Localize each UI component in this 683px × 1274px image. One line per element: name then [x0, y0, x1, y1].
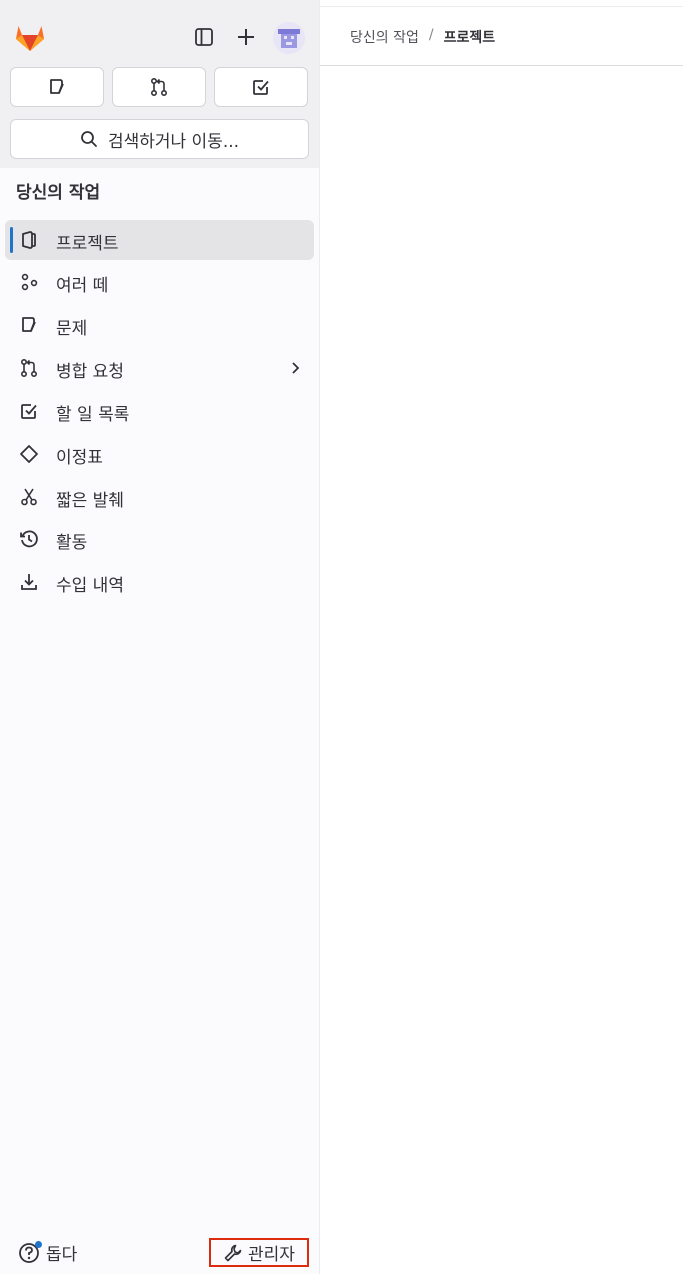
nav-item-milestones[interactable]: 이정표 — [5, 434, 314, 474]
snippet-icon — [19, 487, 39, 507]
sidebar-header: 검색하거나 이동... — [0, 0, 319, 168]
nav-item-import-history[interactable]: 수입 내역 — [5, 562, 314, 602]
help-button[interactable]: 돕다 — [18, 1240, 77, 1265]
todo-icon — [19, 401, 39, 421]
search-button[interactable]: 검색하거나 이동... — [10, 119, 309, 159]
nav-label: 프로젝트 — [56, 234, 119, 254]
nav-label: 병합 요청 — [56, 362, 124, 382]
nav-item-todo[interactable]: 할 일 목록 — [5, 391, 314, 431]
project-icon — [19, 230, 39, 250]
breadcrumb: 당신의 작업 / 프로젝트 — [350, 27, 495, 47]
nav-label: 짧은 발췌 — [56, 491, 124, 511]
merge-requests-button[interactable] — [112, 67, 206, 107]
sidebar-toggle-icon[interactable] — [191, 24, 217, 50]
issues-icon — [50, 79, 64, 94]
admin-button[interactable]: 관리자 — [209, 1238, 309, 1267]
nav-item-merge-requests[interactable]: 병합 요청 — [5, 348, 314, 388]
nav-item-groups[interactable]: 여러 떼 — [5, 262, 314, 302]
import-icon — [19, 572, 39, 592]
user-avatar[interactable] — [273, 22, 305, 54]
plus-icon[interactable] — [233, 24, 259, 50]
nav-item-projects[interactable]: 프로젝트 — [5, 220, 314, 260]
nav-item-issues[interactable]: 문제 — [5, 305, 314, 345]
merge-request-icon — [19, 358, 39, 378]
nav-item-activity[interactable]: 활동 — [5, 519, 314, 559]
section-title: 당신의 작업 — [16, 183, 101, 203]
nav-label: 수입 내역 — [56, 576, 124, 596]
notification-dot — [35, 1241, 42, 1248]
nav-label: 활동 — [56, 533, 88, 553]
breadcrumb-current[interactable]: 프로젝트 — [444, 27, 496, 47]
nav-label: 이정표 — [56, 448, 103, 468]
sidebar: 검색하거나 이동... 당신의 작업 프로젝트 여러 떼 문제 병합 요청 할 … — [0, 0, 320, 1274]
admin-label: 관리자 — [248, 1245, 295, 1265]
chevron-right-icon — [288, 360, 302, 376]
issues-icon — [19, 315, 39, 335]
todo-button[interactable] — [214, 67, 308, 107]
todo-icon — [253, 80, 269, 95]
merge-request-icon — [150, 77, 168, 97]
group-icon — [19, 272, 39, 292]
milestone-icon — [19, 444, 39, 464]
breadcrumb-parent[interactable]: 당신의 작업 — [350, 27, 419, 47]
issues-button[interactable] — [10, 67, 104, 107]
search-icon — [81, 131, 97, 147]
breadcrumb-separator: / — [428, 27, 434, 43]
nav-item-snippets[interactable]: 짧은 발췌 — [5, 477, 314, 517]
help-label: 돕다 — [46, 1245, 78, 1265]
history-icon — [19, 529, 39, 549]
nav-label: 문제 — [56, 319, 88, 339]
gitlab-logo-icon[interactable] — [13, 20, 47, 54]
page-header: 당신의 작업 / 프로젝트 — [320, 7, 683, 66]
nav-label: 할 일 목록 — [56, 405, 130, 425]
wrench-icon — [224, 1244, 242, 1261]
nav-label: 여러 떼 — [56, 276, 109, 296]
active-indicator — [10, 227, 13, 253]
search-label: 검색하거나 이동... — [107, 131, 240, 152]
